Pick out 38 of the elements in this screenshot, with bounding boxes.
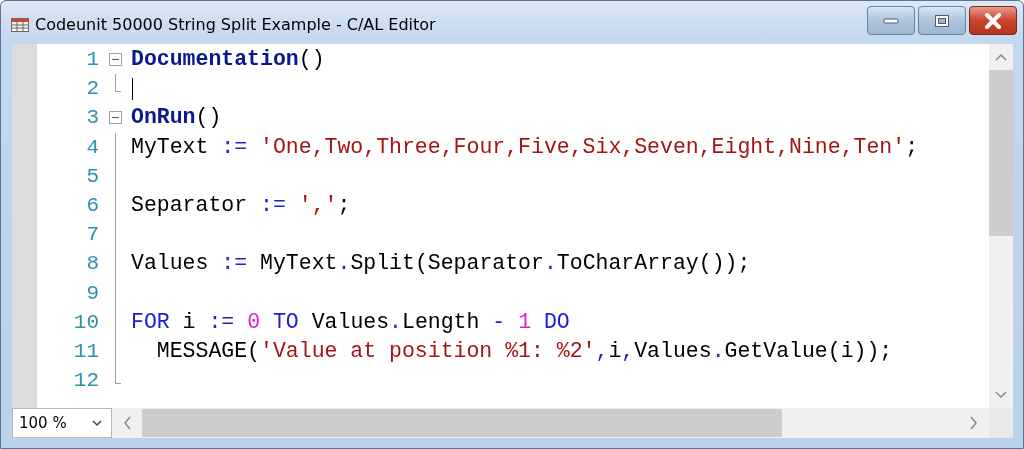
- maximize-button[interactable]: [918, 6, 966, 35]
- line-number: 5: [86, 164, 99, 188]
- chevron-down-icon: [91, 419, 103, 427]
- code-line: MESSAGE('Value at position %1: %2',i,Values.GetValue(i));: [155, 337, 893, 365]
- zoom-dropdown[interactable]: 100 %: [12, 408, 112, 438]
- scroll-thumb[interactable]: [142, 409, 782, 437]
- code-line: Separator := ',';: [131, 192, 351, 220]
- minimize-icon: [883, 17, 899, 24]
- line-number: 8: [86, 252, 99, 276]
- scrollbar-corner: [989, 408, 1013, 438]
- line-number: 9: [86, 281, 99, 305]
- code-line: Documentation(): [131, 46, 325, 74]
- code-line: Values := MyText.Split(Separator.ToCharArray());: [131, 250, 751, 278]
- close-button[interactable]: [969, 6, 1017, 35]
- scroll-thumb[interactable]: [989, 70, 1013, 236]
- line-number: 2: [86, 77, 99, 101]
- horizontal-scrollbar[interactable]: [112, 408, 989, 438]
- line-number: 10: [73, 310, 99, 334]
- maximize-icon: [934, 13, 950, 28]
- fold-end-line: [115, 366, 121, 385]
- close-icon: [984, 12, 1002, 29]
- line-number: 1: [86, 48, 99, 72]
- table-icon: [11, 17, 29, 32]
- line-number: 7: [86, 223, 99, 247]
- collapse-icon[interactable]: [109, 111, 122, 125]
- code-line: OnRun(): [131, 104, 222, 132]
- minimize-button[interactable]: [867, 6, 915, 35]
- collapse-icon[interactable]: [109, 53, 122, 67]
- line-number: 12: [73, 369, 99, 393]
- line-number: 3: [86, 106, 99, 130]
- code-line: FOR i := 0 TO Values.Length - 1 DO: [131, 308, 570, 336]
- code-line: MyText := 'One,Two,Three,Four,Five,Six,Seven,Eight,Nine,Ten';: [131, 133, 919, 161]
- line-number: 4: [86, 135, 99, 159]
- window-title: Codeunit 50000 String Split Example - C/AL Editor: [35, 15, 436, 34]
- line-number: 6: [86, 194, 99, 218]
- fold-end-line: [115, 74, 121, 93]
- line-number: 11: [73, 339, 99, 363]
- vertical-scrollbar[interactable]: [989, 44, 1013, 408]
